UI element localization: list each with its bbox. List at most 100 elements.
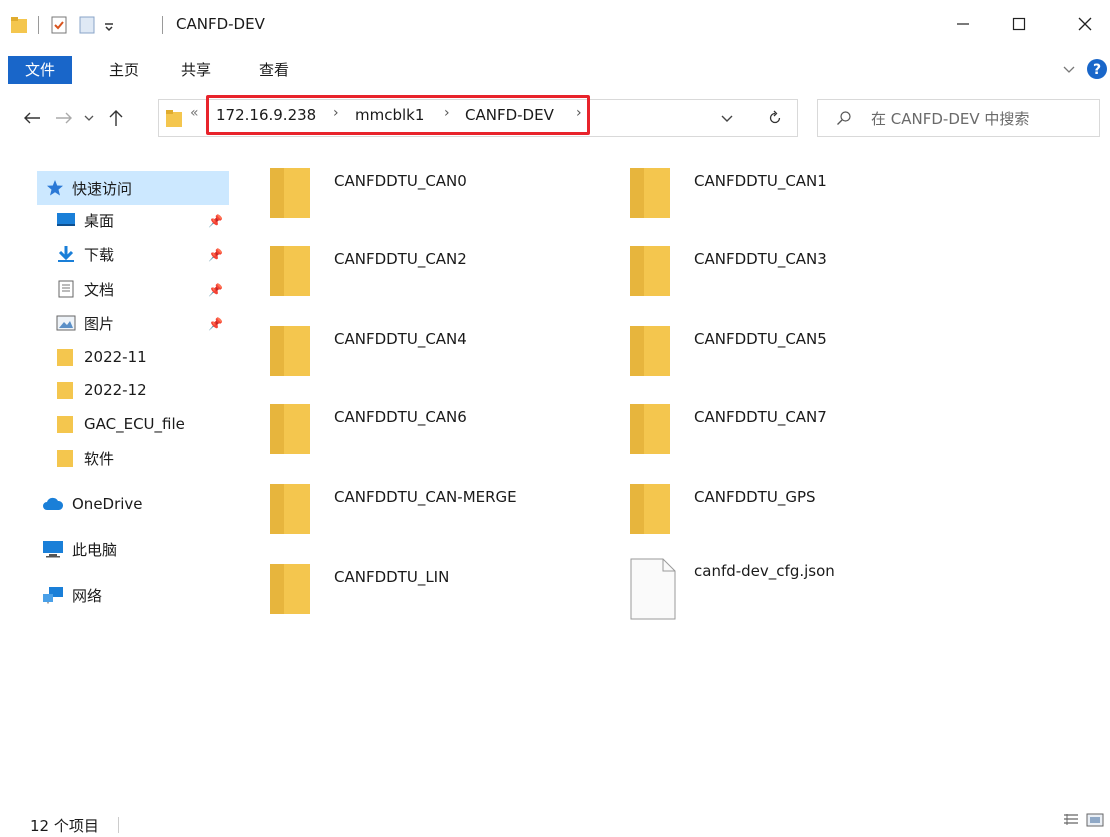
sidebar-item-label: OneDrive	[72, 495, 143, 513]
file-name: CANFDDTU_LIN	[334, 568, 450, 586]
sidebar-item-label: 快速访问	[72, 179, 133, 198]
sidebar-item-2022-11[interactable]: 2022-11	[56, 343, 147, 371]
pin-icon[interactable]: 📌	[208, 317, 223, 331]
status-bar	[0, 805, 1110, 837]
tab-view[interactable]: 查看	[254, 56, 294, 84]
sidebar-item-network[interactable]: 网络	[42, 581, 102, 609]
list-item[interactable]: CANFDDTU_CAN1	[630, 168, 970, 240]
folder-icon	[57, 349, 73, 366]
maximize-icon	[1012, 17, 1026, 31]
folder-icon	[630, 168, 670, 218]
list-item[interactable]: CANFDDTU_CAN7	[630, 404, 970, 476]
back-button[interactable]	[20, 104, 44, 132]
sidebar-item-label: 此电脑	[72, 540, 118, 559]
list-item[interactable]: CANFDDTU_CAN3	[630, 246, 970, 318]
divider	[118, 817, 119, 833]
file-name: CANFDDTU_CAN5	[694, 330, 827, 348]
search-placeholder: 在 CANFD-DEV 中搜索	[871, 110, 1030, 128]
sidebar-item-label: 2022-12	[84, 381, 147, 399]
forward-button[interactable]	[52, 104, 76, 132]
sidebar-item-documents[interactable]: 文档	[56, 275, 114, 303]
navigation-pane	[0, 140, 232, 800]
recent-locations-button[interactable]	[80, 104, 98, 132]
sidebar-item-label: 桌面	[84, 211, 115, 230]
folder-icon	[270, 484, 310, 534]
customize-toolbar-icon[interactable]	[102, 16, 116, 34]
list-item[interactable]: CANFDDTU_CAN2	[270, 246, 610, 318]
arrow-right-icon	[56, 112, 72, 124]
close-icon	[1078, 17, 1092, 31]
sidebar-item-label: GAC_ECU_file	[84, 415, 185, 433]
list-item[interactable]: CANFDDTU_CAN6	[270, 404, 610, 476]
sidebar-item-label: 文档	[84, 280, 115, 299]
sidebar-item-downloads[interactable]: 下载	[56, 240, 114, 268]
tab-home[interactable]: 主页	[104, 56, 144, 84]
download-icon	[58, 246, 74, 262]
sidebar-item-label: 软件	[84, 449, 115, 468]
cloud-icon	[43, 497, 64, 510]
pin-icon[interactable]: 📌	[208, 283, 223, 297]
folder-icon	[630, 404, 670, 454]
minimize-icon	[957, 23, 969, 25]
folder-icon	[630, 484, 670, 534]
folder-icon	[57, 416, 73, 433]
list-item[interactable]: CANFDDTU_CAN0	[270, 168, 610, 240]
sidebar-item-label: 下载	[84, 245, 115, 264]
overflow-chevron-icon[interactable]: «	[190, 105, 199, 121]
list-item[interactable]: canfd-dev_cfg.json	[630, 558, 970, 630]
up-button[interactable]	[104, 104, 128, 132]
close-button[interactable]	[1062, 0, 1108, 48]
list-item[interactable]: CANFDDTU_LIN	[270, 564, 610, 636]
file-name: CANFDDTU_CAN2	[334, 250, 467, 268]
sidebar-item-label: 网络	[72, 586, 103, 605]
folder-icon	[270, 246, 310, 296]
pin-icon[interactable]: 📌	[208, 248, 223, 262]
address-dropdown-icon[interactable]	[720, 114, 734, 124]
item-count: 12 个项目	[30, 817, 99, 835]
new-folder-icon[interactable]	[78, 16, 96, 34]
sidebar-item-2022-12[interactable]: 2022-12	[56, 376, 147, 404]
sidebar-item-gac-ecu-file[interactable]: GAC_ECU_file	[56, 410, 185, 438]
pin-icon[interactable]: 📌	[208, 214, 223, 228]
help-icon[interactable]: ?	[1086, 58, 1108, 80]
list-item[interactable]: CANFDDTU_CAN-MERGE	[270, 484, 610, 556]
highlight-box	[206, 95, 590, 135]
minimize-button[interactable]	[940, 0, 986, 48]
file-name: CANFDDTU_CAN4	[334, 330, 467, 348]
list-item[interactable]: CANFDDTU_CAN5	[630, 326, 970, 398]
sidebar-item-onedrive[interactable]: OneDrive	[42, 490, 143, 518]
sidebar-item-software[interactable]: 软件	[56, 444, 114, 472]
tab-share[interactable]: 共享	[176, 56, 216, 84]
details-view-icon[interactable]	[1062, 812, 1080, 828]
network-icon	[43, 587, 63, 604]
folder-icon	[270, 168, 310, 218]
arrow-up-icon	[109, 110, 123, 126]
sidebar-item-desktop[interactable]: 桌面	[56, 206, 114, 234]
large-icons-view-icon[interactable]	[1086, 812, 1104, 828]
sidebar-item-this-pc[interactable]: 此电脑	[42, 535, 117, 563]
expand-ribbon-icon[interactable]	[1062, 64, 1076, 76]
sidebar-item-pictures[interactable]: 图片	[56, 309, 114, 337]
tab-file[interactable]: 文件	[8, 56, 72, 84]
star-icon	[47, 180, 63, 196]
file-list: CANFDDTU_CAN0 CANFDDTU_CAN1 CANFDDTU_CAN…	[232, 140, 1110, 805]
properties-icon[interactable]	[50, 16, 68, 34]
pictures-icon	[56, 315, 76, 331]
refresh-button[interactable]	[752, 99, 798, 137]
file-icon	[630, 558, 676, 620]
ribbon	[0, 48, 1110, 88]
chevron-down-icon	[84, 115, 94, 121]
arrow-left-icon	[24, 112, 40, 124]
folder-icon	[11, 17, 27, 33]
desktop-icon	[57, 213, 75, 226]
maximize-button[interactable]	[996, 0, 1042, 48]
divider	[38, 16, 39, 34]
sidebar-item-label: 图片	[84, 314, 115, 333]
sidebar-item-quick-access[interactable]: 快速访问	[46, 174, 132, 202]
svg-text:?: ?	[1093, 62, 1101, 78]
document-icon	[58, 280, 74, 298]
sidebar-item-label: 2022-11	[84, 348, 147, 366]
list-item[interactable]: CANFDDTU_CAN4	[270, 326, 610, 398]
file-name: CANFDDTU_CAN0	[334, 172, 467, 190]
list-item[interactable]: CANFDDTU_GPS	[630, 484, 970, 556]
